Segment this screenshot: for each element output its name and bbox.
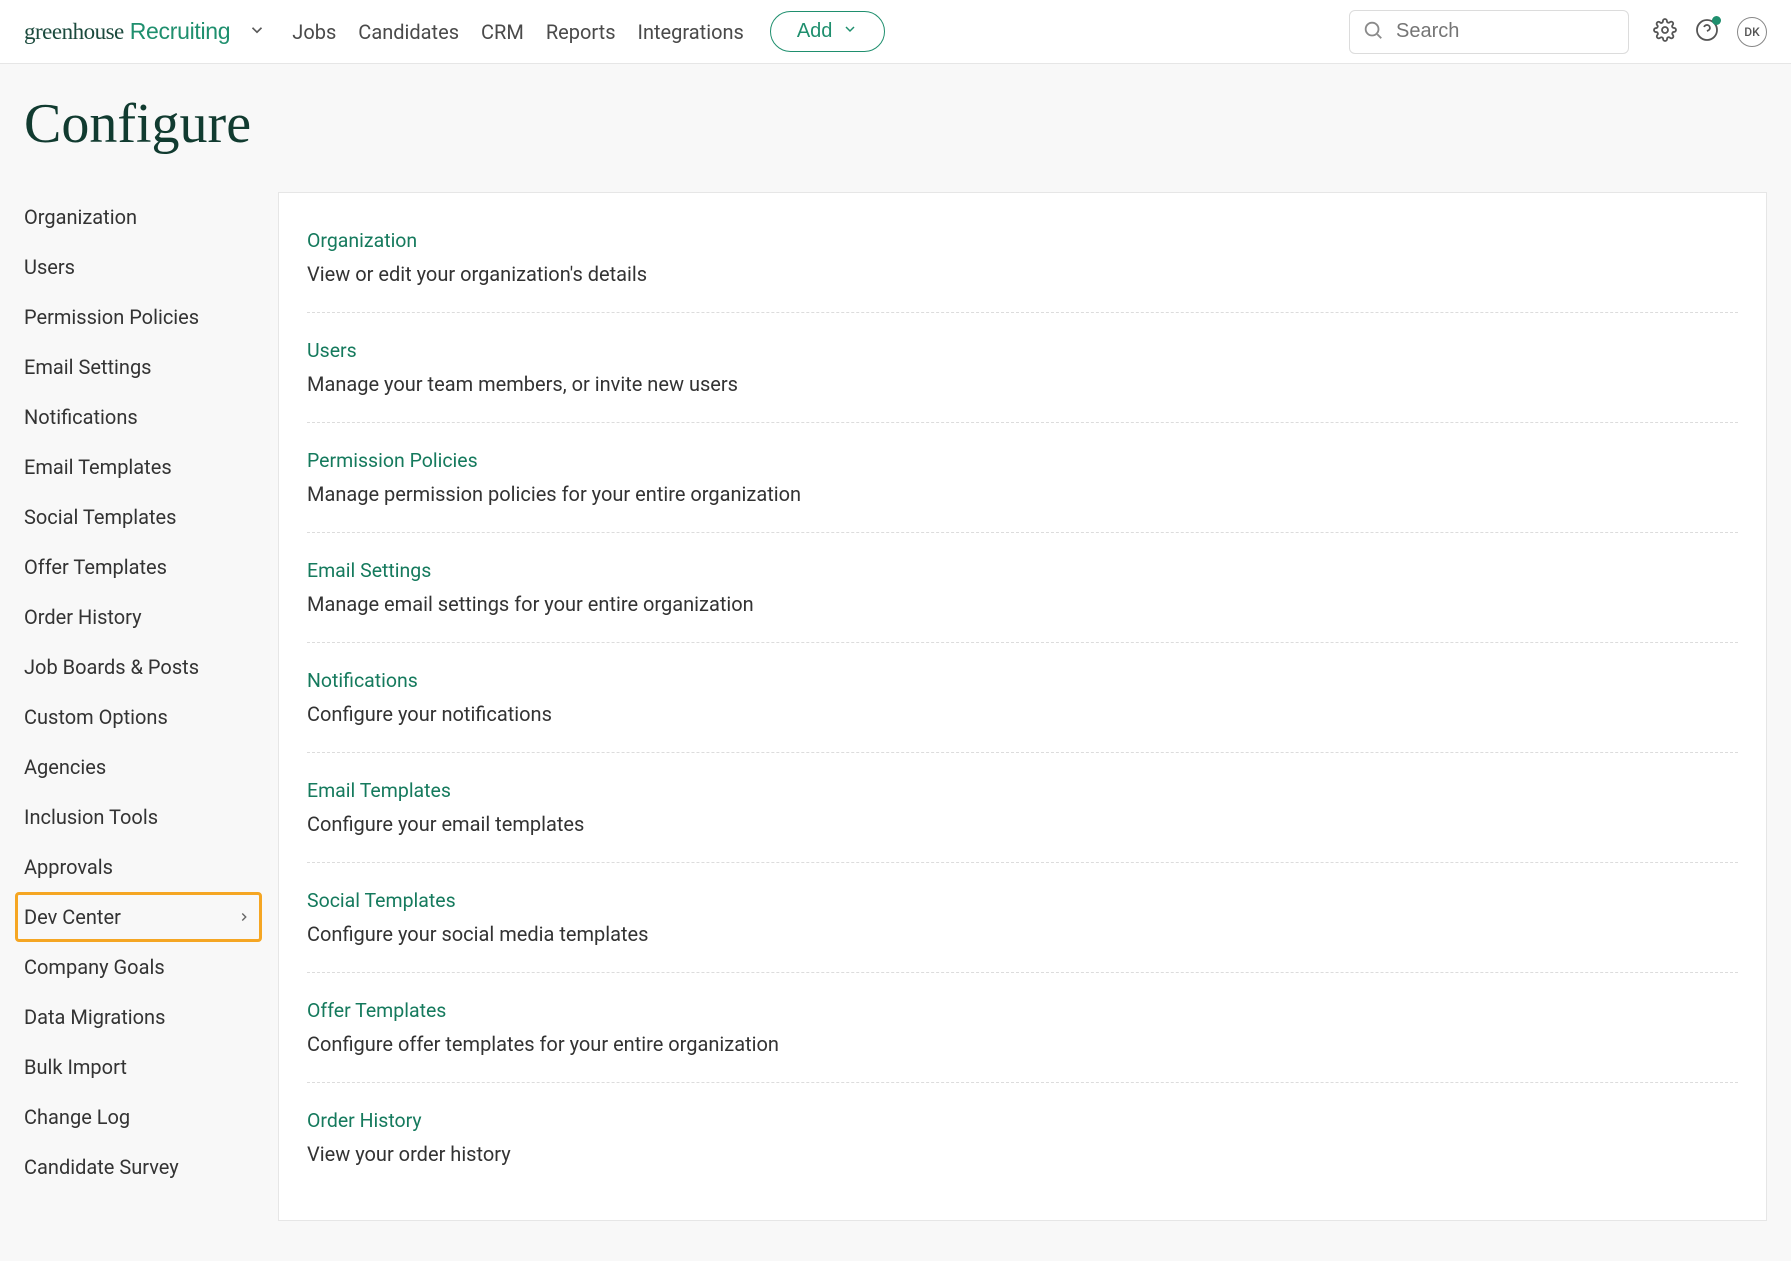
main-panel: Organization View or edit your organizati… bbox=[278, 192, 1767, 1221]
nav-reports[interactable]: Reports bbox=[546, 20, 616, 44]
sidebar-item-users[interactable]: Users bbox=[24, 242, 256, 292]
section-title-link[interactable]: Permission Policies bbox=[307, 449, 1738, 472]
sidebar-item-permission-policies[interactable]: Permission Policies bbox=[24, 292, 256, 342]
sidebar-item-bulk-import[interactable]: Bulk Import bbox=[24, 1042, 256, 1092]
main-nav: Jobs Candidates CRM Reports Integrations bbox=[292, 20, 744, 44]
brand-chevron-icon[interactable] bbox=[248, 21, 266, 43]
sidebar-item-label: Approvals bbox=[24, 855, 113, 879]
sidebar-item-offer-templates[interactable]: Offer Templates bbox=[24, 542, 256, 592]
section-description: Manage permission policies for your enti… bbox=[307, 482, 1738, 506]
section-description: Configure your notifications bbox=[307, 702, 1738, 726]
sidebar-item-custom-options[interactable]: Custom Options bbox=[24, 692, 256, 742]
section-notifications: Notifications Configure your notification… bbox=[307, 643, 1738, 753]
sidebar-item-label: Order History bbox=[24, 605, 142, 629]
sidebar-item-job-boards-posts[interactable]: Job Boards & Posts bbox=[24, 642, 256, 692]
section-title-link[interactable]: Email Templates bbox=[307, 779, 1738, 802]
section-title-link[interactable]: Users bbox=[307, 339, 1738, 362]
sidebar-item-label: Job Boards & Posts bbox=[24, 655, 199, 679]
page-title: Configure bbox=[0, 64, 1791, 192]
section-title-link[interactable]: Email Settings bbox=[307, 559, 1738, 582]
nav-integrations[interactable]: Integrations bbox=[638, 20, 744, 44]
avatar[interactable]: DK bbox=[1737, 17, 1767, 47]
add-button-label: Add bbox=[797, 20, 833, 43]
section-description: Manage email settings for your entire or… bbox=[307, 592, 1738, 616]
sidebar-item-candidate-survey[interactable]: Candidate Survey bbox=[24, 1142, 256, 1192]
sidebar-item-label: Organization bbox=[24, 205, 137, 229]
section-title-link[interactable]: Social Templates bbox=[307, 889, 1738, 912]
section-title-link[interactable]: Organization bbox=[307, 229, 1738, 252]
brand-logo[interactable]: greenhouse Recruiting bbox=[24, 18, 230, 45]
section-description: Configure your email templates bbox=[307, 812, 1738, 836]
sidebar-item-organization[interactable]: Organization bbox=[24, 192, 256, 242]
section-title-link[interactable]: Offer Templates bbox=[307, 999, 1738, 1022]
section-email-settings: Email Settings Manage email settings for … bbox=[307, 533, 1738, 643]
sidebar-item-company-goals[interactable]: Company Goals bbox=[24, 942, 256, 992]
section-permission-policies: Permission Policies Manage permission pol… bbox=[307, 423, 1738, 533]
sidebar-item-email-settings[interactable]: Email Settings bbox=[24, 342, 256, 392]
search-input[interactable] bbox=[1396, 20, 1616, 43]
sidebar-item-data-migrations[interactable]: Data Migrations bbox=[24, 992, 256, 1042]
sidebar-item-label: Company Goals bbox=[24, 955, 165, 979]
sidebar-item-label: Custom Options bbox=[24, 705, 168, 729]
settings-icon[interactable] bbox=[1653, 18, 1677, 46]
chevron-right-icon bbox=[237, 905, 251, 929]
sidebar-item-label: Agencies bbox=[24, 755, 106, 779]
sidebar-item-label: Users bbox=[24, 255, 75, 279]
chevron-down-icon bbox=[842, 20, 858, 43]
sidebar-item-approvals[interactable]: Approvals bbox=[24, 842, 256, 892]
brand-part1: greenhouse bbox=[24, 19, 124, 45]
sidebar-item-social-templates[interactable]: Social Templates bbox=[24, 492, 256, 542]
sidebar-item-label: Email Settings bbox=[24, 355, 152, 379]
sidebar-item-change-log[interactable]: Change Log bbox=[24, 1092, 256, 1142]
brand-part2: Recruiting bbox=[130, 18, 231, 45]
section-description: View your order history bbox=[307, 1142, 1738, 1166]
topbar: greenhouse Recruiting Jobs Candidates CR… bbox=[0, 0, 1791, 64]
sidebar-item-label: Bulk Import bbox=[24, 1055, 127, 1079]
section-email-templates: Email Templates Configure your email temp… bbox=[307, 753, 1738, 863]
add-button[interactable]: Add bbox=[770, 11, 886, 52]
sidebar-item-dev-center[interactable]: Dev Center bbox=[15, 892, 262, 942]
section-social-templates: Social Templates Configure your social me… bbox=[307, 863, 1738, 973]
section-description: Manage your team members, or invite new … bbox=[307, 372, 1738, 396]
sidebar-item-inclusion-tools[interactable]: Inclusion Tools bbox=[24, 792, 256, 842]
nav-candidates[interactable]: Candidates bbox=[358, 20, 459, 44]
sidebar-item-order-history[interactable]: Order History bbox=[24, 592, 256, 642]
sidebar-item-label: Data Migrations bbox=[24, 1005, 165, 1029]
search-icon bbox=[1362, 19, 1396, 45]
sidebar: Organization Users Permission Policies Emai… bbox=[24, 192, 256, 1221]
section-title-link[interactable]: Order History bbox=[307, 1109, 1738, 1132]
sidebar-item-label: Social Templates bbox=[24, 505, 176, 529]
notification-dot-icon bbox=[1712, 16, 1721, 25]
section-description: View or edit your organization's details bbox=[307, 262, 1738, 286]
section-organization: Organization View or edit your organizati… bbox=[307, 203, 1738, 313]
sidebar-item-label: Permission Policies bbox=[24, 305, 199, 329]
section-users: Users Manage your team members, or invite… bbox=[307, 313, 1738, 423]
sidebar-item-label: Offer Templates bbox=[24, 555, 167, 579]
section-offer-templates: Offer Templates Configure offer templates… bbox=[307, 973, 1738, 1083]
sidebar-item-notifications[interactable]: Notifications bbox=[24, 392, 256, 442]
top-icons: DK bbox=[1653, 17, 1767, 47]
sidebar-item-label: Inclusion Tools bbox=[24, 805, 158, 829]
section-title-link[interactable]: Notifications bbox=[307, 669, 1738, 692]
help-icon[interactable] bbox=[1695, 18, 1719, 46]
sidebar-item-label: Candidate Survey bbox=[24, 1155, 179, 1179]
section-description: Configure your social media templates bbox=[307, 922, 1738, 946]
nav-jobs[interactable]: Jobs bbox=[292, 20, 336, 44]
sidebar-item-label: Change Log bbox=[24, 1105, 130, 1129]
sidebar-item-label: Email Templates bbox=[24, 455, 172, 479]
search-field[interactable] bbox=[1349, 10, 1629, 54]
layout: Organization Users Permission Policies Emai… bbox=[0, 192, 1791, 1261]
sidebar-item-label: Dev Center bbox=[24, 905, 121, 929]
sidebar-item-label: Notifications bbox=[24, 405, 138, 429]
sidebar-item-email-templates[interactable]: Email Templates bbox=[24, 442, 256, 492]
sidebar-item-agencies[interactable]: Agencies bbox=[24, 742, 256, 792]
nav-crm[interactable]: CRM bbox=[481, 20, 524, 44]
section-description: Configure offer templates for your entir… bbox=[307, 1032, 1738, 1056]
section-order-history: Order History View your order history bbox=[307, 1083, 1738, 1192]
